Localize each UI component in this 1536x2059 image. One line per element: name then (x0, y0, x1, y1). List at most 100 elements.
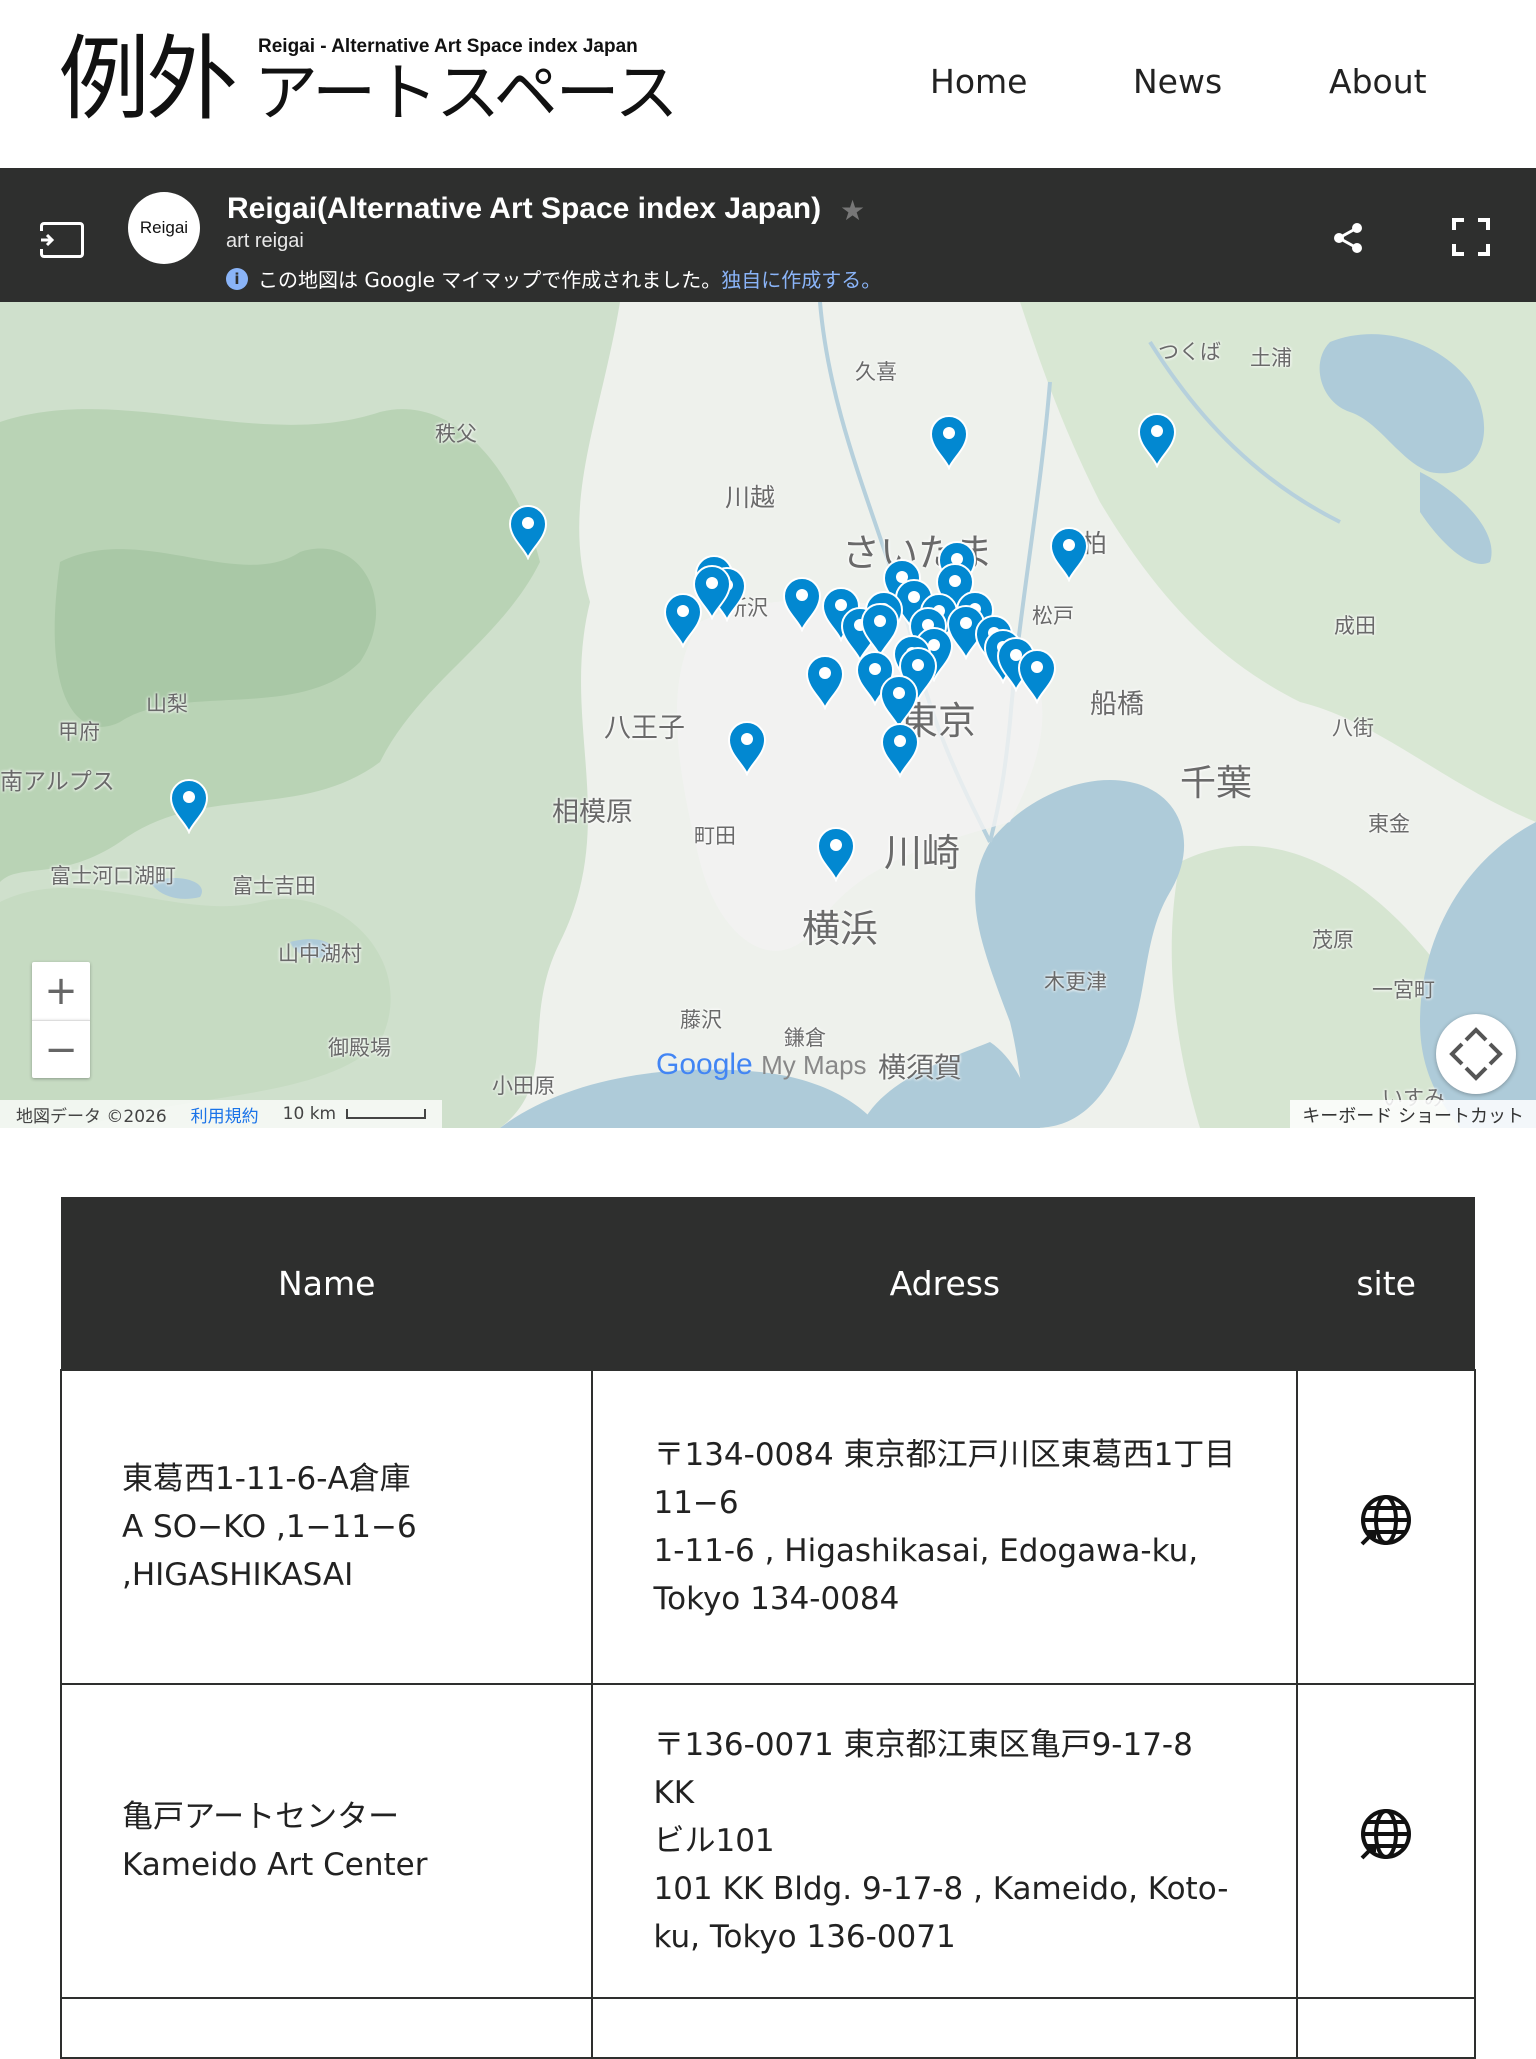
scale-label: 10 km (282, 1104, 337, 1124)
map-pin-icon[interactable] (508, 504, 548, 560)
table-row: 東葛西1-11-6-A倉庫 A SO−KO ,1−11−6 ,HIGASHIKA… (59, 1369, 1476, 1685)
nav-about[interactable]: About (1329, 62, 1427, 101)
address-line: 〒136-0071 東京都江東区亀戸9-17-8 KK (653, 1727, 1193, 1811)
map-pin-icon[interactable] (727, 720, 767, 776)
nav-news[interactable]: News (1133, 62, 1222, 101)
address-line: 11−6 (653, 1485, 739, 1521)
space-name-line: 東葛西1-11-6-A倉庫 (122, 1461, 411, 1497)
map-pin-icon[interactable] (880, 722, 920, 778)
table-row (59, 1997, 1476, 2059)
table-row: 亀戸アートセンター Kameido Art Center 〒136-0071 東… (59, 1683, 1476, 1999)
map-owner: art reigai (226, 230, 304, 252)
map-title: Reigai(Alternative Art Space index Japan… (227, 192, 822, 225)
place-label: 町田 (694, 824, 736, 848)
info-text: この地図は Google マイマップで作成されました。 (258, 268, 722, 292)
address-line: ku, Tokyo 136-0071 (653, 1919, 956, 1955)
nav-home[interactable]: Home (930, 62, 1027, 101)
place-label: 藤沢 (680, 1008, 722, 1032)
google-my-maps-logo: Google My Maps (656, 1048, 867, 1082)
globe-link-icon[interactable] (1358, 1806, 1414, 1862)
address-line: Tokyo 134-0084 (653, 1581, 900, 1617)
map-title-bar: Reigai Reigai(Alternative Art Space inde… (0, 168, 1536, 302)
place-label: 船橋 (1090, 689, 1144, 720)
create-your-own-link[interactable]: 独自に作成する。 (721, 264, 881, 293)
logo-kanji: 例外 (58, 26, 238, 133)
place-label: 川越 (725, 483, 776, 512)
logo-subtitle: Reigai - Alternative Art Space index Jap… (258, 36, 638, 57)
terms-link[interactable]: 利用規約 (191, 1102, 259, 1127)
google-logo-text: Google (656, 1048, 753, 1081)
map-pin-icon[interactable] (929, 414, 969, 470)
zoom-in-button[interactable]: + (32, 962, 90, 1020)
fullscreen-icon[interactable] (1450, 216, 1492, 258)
place-label: 東金 (1368, 812, 1410, 836)
sidebar-toggle-icon[interactable] (39, 222, 84, 258)
avatar[interactable]: Reigai (128, 192, 200, 264)
map-pin-icon[interactable] (805, 654, 845, 710)
place-label: 成田 (1334, 614, 1376, 638)
place-label: 南アルプス (0, 769, 115, 795)
globe-link-icon[interactable] (1358, 1492, 1414, 1548)
place-label: 松戸 (1032, 604, 1074, 628)
place-label: 富士吉田 (232, 874, 316, 898)
map-info-line: i この地図は Google マイマップで作成されました。 独自に作成する。 (226, 264, 881, 293)
place-label: 相模原 (552, 797, 633, 828)
map-attribution: 地図データ ©2026 利用規約 10 km (0, 1100, 443, 1128)
info-icon: i (226, 267, 248, 290)
map-pin-icon[interactable] (1049, 526, 1089, 582)
site-cell (1296, 1369, 1476, 1685)
recenter-button[interactable] (1436, 1014, 1516, 1094)
address-line: 1-11-6 , Higashikasai, Edogawa-ku, (653, 1533, 1199, 1569)
recenter-icon (1449, 1027, 1503, 1081)
place-label: 川崎 (884, 831, 961, 875)
site-header: 例外 Reigai - Alternative Art Space index … (0, 0, 1536, 168)
map-pin-icon[interactable] (663, 592, 703, 648)
site-cell (1296, 1997, 1476, 2059)
site-logo[interactable]: 例外 Reigai - Alternative Art Space index … (58, 26, 678, 133)
address-line: 101 KK Bldg. 9-17-8 , Kameido, Koto- (653, 1871, 1229, 1907)
place-label: 横須賀 (878, 1051, 963, 1084)
place-label: 木更津 (1044, 970, 1107, 994)
place-label: つくば (1158, 340, 1221, 364)
map-pin-icon[interactable] (1017, 648, 1057, 704)
space-name: 東葛西1-11-6-A倉庫 A SO−KO ,1−11−6 ,HIGASHIKA… (59, 1369, 594, 1685)
place-label: 山梨 (146, 692, 188, 716)
mymaps-logo-text: My Maps (761, 1050, 867, 1080)
space-name-line: 亀戸アートセンター (122, 1799, 400, 1835)
column-header-site: site (1297, 1197, 1475, 1370)
address-line: 〒134-0084 東京都江戸川区東葛西1丁目 (653, 1437, 1236, 1473)
space-address: 〒134-0084 東京都江戸川区東葛西1丁目 11−6 1-11-6 , Hi… (591, 1369, 1299, 1685)
keyboard-shortcuts-link[interactable]: キーボード ショートカット (1290, 1100, 1536, 1128)
place-label: 千葉 (1180, 763, 1253, 804)
map-pin-icon[interactable] (782, 576, 822, 632)
column-header-address: Adress (592, 1197, 1298, 1370)
spaces-table: Name Adress site 東葛西1-11-6-A倉庫 A SO−KO ,… (59, 1197, 1476, 2059)
map-pin-icon[interactable] (169, 778, 209, 834)
place-label: 久喜 (855, 360, 897, 384)
place-label: 甲府 (58, 720, 100, 744)
place-label: 御殿場 (328, 1036, 391, 1060)
map-terrain (0, 302, 1536, 1128)
space-name-line: ,HIGASHIKASAI (122, 1557, 354, 1593)
share-icon[interactable] (1330, 220, 1366, 256)
place-label: 山中湖村 (278, 942, 362, 966)
map-data-credit: 地図データ ©2026 (16, 1106, 167, 1127)
column-header-name: Name (61, 1197, 593, 1370)
place-label: 八街 (1332, 716, 1374, 740)
place-label: 茂原 (1312, 928, 1354, 952)
place-label: 八王子 (604, 713, 685, 744)
scale-bar (346, 1109, 427, 1119)
logo-kana: アートスペース (254, 57, 678, 131)
place-label: 土浦 (1250, 346, 1292, 370)
space-name: 亀戸アートセンター Kameido Art Center (59, 1683, 594, 1999)
zoom-out-button[interactable]: − (32, 1020, 90, 1078)
map-canvas[interactable]: 久喜 つくば 土浦 秩父 川越 さいたま 柏 所沢 松戸 成田 山梨 甲府 八王… (0, 302, 1536, 1128)
star-icon[interactable]: ★ (840, 194, 865, 227)
site-cell (1296, 1683, 1476, 1999)
place-label: 富士河口湖町 (50, 864, 176, 888)
map-pin-icon[interactable] (816, 826, 856, 882)
space-address: 〒136-0071 東京都江東区亀戸9-17-8 KK ビル101 101 KK… (591, 1683, 1299, 1999)
space-name (59, 1997, 594, 2059)
space-address (591, 1997, 1299, 2059)
map-pin-icon[interactable] (1137, 412, 1177, 468)
